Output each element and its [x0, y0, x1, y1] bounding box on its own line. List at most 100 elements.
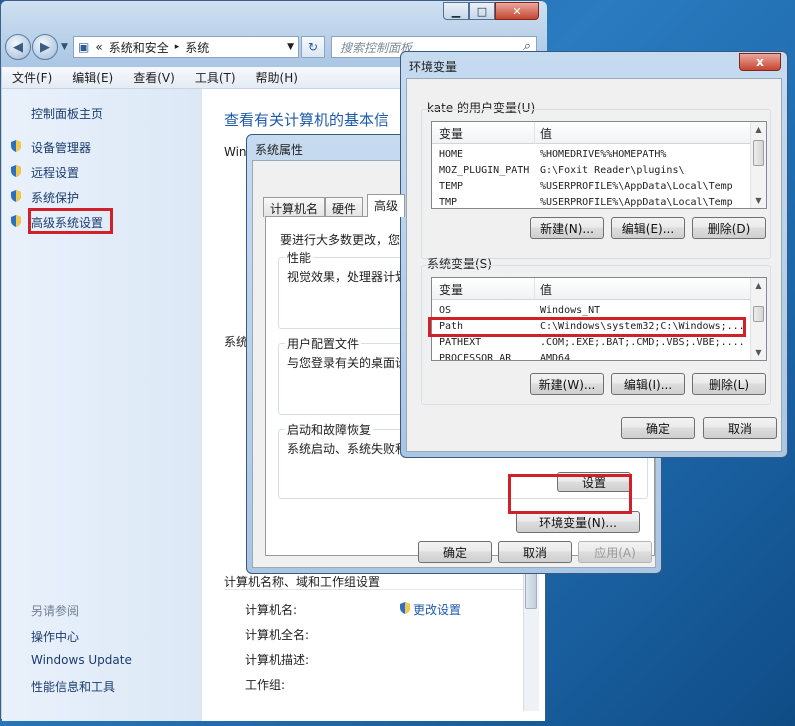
- delete-system-var-button[interactable]: 删除(L): [692, 373, 766, 395]
- back-arrow-icon: ◀: [13, 39, 23, 55]
- var-value: AMD64: [540, 353, 571, 361]
- col-variable[interactable]: 变量: [439, 125, 463, 142]
- breadcrumb-system[interactable]: 系统: [185, 39, 209, 56]
- device-manager-link[interactable]: 设备管理器: [31, 139, 91, 156]
- list-scrollbar[interactable]: ▲ ▼: [750, 122, 766, 208]
- tab-advanced[interactable]: 高级: [367, 194, 406, 217]
- address-chevron[interactable]: «: [95, 40, 102, 54]
- performance-text: 视觉效果，处理器计划: [287, 270, 408, 284]
- divider: [224, 589, 524, 590]
- highlight-box: [508, 474, 632, 514]
- full-computer-name-label: 计算机全名:: [245, 628, 310, 642]
- var-value: Windows_NT: [540, 305, 601, 316]
- system-heading: 系统: [224, 335, 249, 349]
- col-variable[interactable]: 变量: [439, 281, 463, 298]
- col-value[interactable]: 值: [540, 125, 552, 142]
- menu-view[interactable]: 查看(V): [123, 69, 185, 86]
- address-dropdown-icon[interactable]: ▼: [287, 42, 294, 52]
- control-panel-home-link[interactable]: 控制面板主页: [31, 105, 103, 122]
- cancel-button[interactable]: 取消: [703, 417, 777, 439]
- uac-shield-icon: [11, 190, 21, 202]
- forward-button[interactable]: ▶: [32, 34, 58, 60]
- change-settings-link[interactable]: 更改设置: [413, 601, 461, 618]
- list-header: 变量 值: [432, 122, 766, 144]
- performance-info-link[interactable]: 性能信息和工具: [31, 678, 115, 695]
- table-row[interactable]: MOZ_PLUGIN_PATH G:\Foxit Reader\plugins\: [432, 164, 766, 180]
- var-name: HOME: [439, 149, 464, 160]
- maximize-button[interactable]: □: [469, 2, 495, 20]
- windows-update-link[interactable]: Windows Update: [31, 653, 132, 667]
- menu-tools[interactable]: 工具(T): [185, 69, 246, 86]
- performance-label: 性能: [285, 249, 314, 266]
- refresh-icon: ↻: [307, 40, 319, 54]
- tab-computer-name[interactable]: 计算机名: [263, 197, 326, 217]
- table-row[interactable]: PATHEXT .COM;.EXE;.BAT;.CMD;.VBS;.VBE;..…: [432, 336, 766, 352]
- var-value: %USERPROFILE%\AppData\Local\Temp: [540, 181, 733, 192]
- ok-button[interactable]: 确定: [621, 417, 695, 439]
- remote-settings-link[interactable]: 远程设置: [31, 164, 79, 181]
- minimize-button[interactable]: ▁: [443, 2, 469, 20]
- workgroup-label: 工作组:: [245, 678, 286, 692]
- table-row[interactable]: TEMP %USERPROFILE%\AppData\Local\Temp: [432, 180, 766, 196]
- new-user-var-button[interactable]: 新建(N)...: [530, 217, 604, 239]
- close-button[interactable]: ✕: [495, 2, 539, 20]
- user-variables-list[interactable]: 变量 值 HOME %HOMEDRIVE%%HOMEPATH% MOZ_PLUG…: [431, 121, 767, 209]
- breadcrumb-separator[interactable]: ▸: [175, 42, 180, 52]
- windows-edition-heading: Win: [224, 145, 247, 159]
- list-scrollbar[interactable]: ▲ ▼: [750, 278, 766, 360]
- user-profiles-text: 与您登录有关的桌面设: [287, 356, 408, 370]
- computer-icon: ▣: [78, 40, 90, 54]
- environment-variables-button[interactable]: 环境变量(N)...: [516, 511, 640, 533]
- delete-user-var-button[interactable]: 删除(D): [692, 217, 766, 239]
- edit-system-var-button[interactable]: 编辑(I)...: [611, 373, 685, 395]
- ok-button[interactable]: 确定: [418, 541, 492, 563]
- col-value[interactable]: 值: [540, 281, 552, 298]
- var-name: OS: [439, 305, 452, 316]
- var-value: %HOMEDRIVE%%HOMEPATH%: [540, 149, 667, 160]
- table-row[interactable]: HOME %HOMEDRIVE%%HOMEPATH%: [432, 148, 766, 164]
- action-center-link[interactable]: 操作中心: [31, 628, 79, 645]
- scroll-down-icon[interactable]: ▼: [751, 193, 766, 208]
- left-pane: 控制面板主页 设备管理器 远程设置 系统保护 高级系统设置 另请参阅 操作中心 …: [2, 89, 202, 721]
- admin-note: 要进行大多数更改，您: [280, 233, 401, 247]
- highlight-box-path: [428, 317, 746, 337]
- var-value: G:\Foxit Reader\plugins\: [540, 165, 685, 176]
- caption-buttons: ▁ □ ✕: [443, 2, 539, 20]
- dialog-title: 环境变量: [409, 60, 458, 74]
- refresh-button[interactable]: ↻: [301, 36, 325, 58]
- breadcrumb-security[interactable]: 系统和安全: [109, 39, 169, 56]
- highlight-box: [28, 208, 113, 234]
- uac-shield-icon: [400, 602, 410, 614]
- see-also-heading: 另请参阅: [31, 604, 80, 618]
- menu-edit[interactable]: 编辑(E): [62, 69, 123, 86]
- menu-file[interactable]: 文件(F): [2, 69, 62, 86]
- table-row[interactable]: PROCESSOR_AR AMD64: [432, 352, 766, 361]
- new-system-var-button[interactable]: 新建(W)...: [530, 373, 604, 395]
- address-bar[interactable]: ▣ « 系统和安全 ▸ 系统 ▼: [73, 36, 299, 58]
- page-title: 查看有关计算机的基本信: [224, 111, 390, 129]
- scroll-up-icon[interactable]: ▲: [751, 278, 766, 293]
- var-name: TEMP: [439, 181, 464, 192]
- scroll-down-icon[interactable]: ▼: [751, 345, 766, 360]
- uac-shield-icon: [11, 165, 21, 177]
- apply-button[interactable]: 应用(A): [578, 541, 652, 563]
- startup-recovery-text: 系统启动、系统失败和: [287, 442, 408, 456]
- system-protection-link[interactable]: 系统保护: [31, 189, 79, 206]
- var-name: MOZ_PLUGIN_PATH: [439, 165, 530, 176]
- scroll-thumb[interactable]: [753, 306, 764, 322]
- var-value: %USERPROFILE%\AppData\Local\Temp: [540, 197, 733, 208]
- scroll-thumb[interactable]: [753, 140, 764, 166]
- dialog-body: kate 的用户变量(U) 变量 值 HOME %HOMEDRIVE%%HOME…: [406, 78, 782, 452]
- uac-shield-icon: [11, 215, 21, 227]
- close-button[interactable]: x: [739, 53, 781, 71]
- back-button[interactable]: ◀: [5, 34, 31, 60]
- edit-user-var-button[interactable]: 编辑(E)...: [611, 217, 685, 239]
- menu-help[interactable]: 帮助(H): [246, 69, 308, 86]
- cancel-button[interactable]: 取消: [498, 541, 572, 563]
- scroll-up-icon[interactable]: ▲: [751, 122, 766, 137]
- table-row[interactable]: TMP %USERPROFILE%\AppData\Local\Temp: [432, 196, 766, 208]
- tab-hardware[interactable]: 硬件: [325, 197, 364, 217]
- uac-shield-icon: [11, 140, 21, 152]
- computer-description-label: 计算机描述:: [245, 653, 310, 667]
- recent-pages-dropdown-icon[interactable]: ▼: [61, 42, 68, 52]
